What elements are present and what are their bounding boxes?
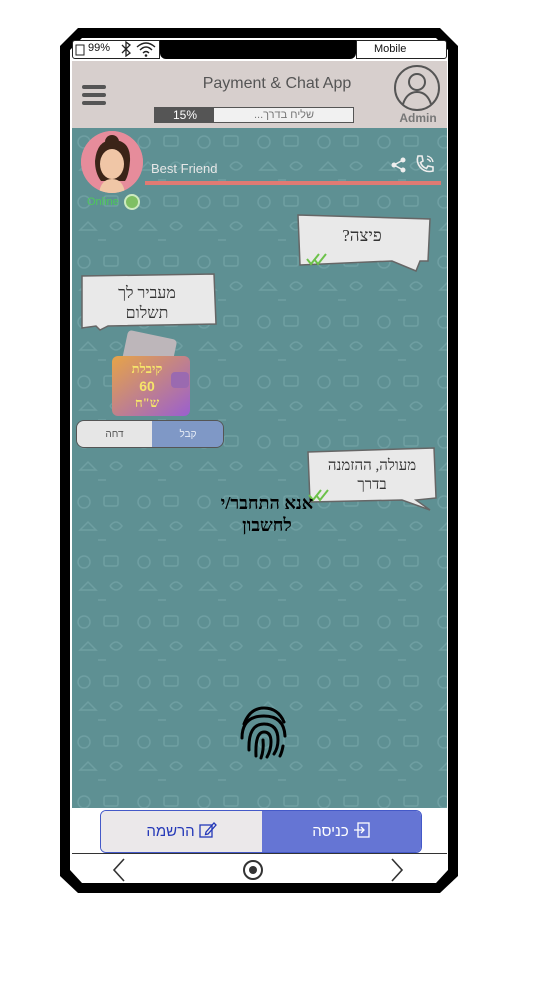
battery-icon — [75, 43, 85, 61]
payment-actions: דחה קבל — [76, 420, 224, 448]
hamburger-menu-icon[interactable] — [81, 84, 107, 113]
payment-amount-label: קיבלת — [131, 361, 163, 376]
admin-avatar-icon[interactable] — [393, 64, 441, 117]
chat-area: Online Best Friend פיצה? מעביר לך תשלום … — [72, 128, 447, 808]
reject-button[interactable]: דחה — [77, 421, 152, 447]
home-button-icon[interactable] — [242, 859, 264, 886]
bluetooth-icon — [120, 40, 132, 62]
message-text: תשלום — [125, 305, 169, 322]
edit-icon — [198, 821, 217, 843]
share-icon[interactable] — [390, 156, 408, 179]
login-prompt-line2: לחשבון — [242, 515, 292, 535]
back-chevron-icon[interactable] — [112, 858, 126, 887]
payment-currency: ש"ח — [134, 395, 160, 410]
accept-button[interactable]: קבל — [152, 421, 223, 447]
app-header: Payment & Chat App 15% שליח בדרך... Admi… — [72, 61, 447, 128]
battery-level: 99% — [88, 42, 111, 54]
reject-label: דחה — [105, 428, 124, 440]
notch — [160, 40, 356, 59]
phone-icon[interactable] — [414, 153, 436, 180]
double-check-icon — [306, 252, 328, 271]
admin-label[interactable]: Admin — [394, 111, 442, 125]
login-prompt-line1: אנא התחבר/י — [220, 493, 314, 513]
progress-status-text: שליח בדרך... — [253, 109, 315, 121]
contact-name: Best Friend — [151, 161, 218, 176]
wifi-icon — [135, 41, 157, 62]
message-text: מעביר לך — [118, 285, 176, 302]
contact-avatar[interactable] — [81, 131, 143, 193]
delivery-progress-bar: 15% שליח בדרך... — [154, 107, 354, 123]
payment-amount-value: 60 — [139, 378, 155, 394]
auth-button-group: הרשמה כניסה — [100, 810, 422, 853]
signup-button[interactable]: הרשמה — [101, 811, 262, 852]
forward-chevron-icon[interactable] — [390, 858, 404, 887]
network-label: Mobile — [374, 43, 407, 55]
login-icon — [353, 821, 371, 843]
message-text: מעולה, ההזמנה — [327, 458, 417, 474]
accept-label: קבל — [179, 428, 197, 440]
login-label: כניסה — [312, 823, 349, 840]
online-indicator-icon — [124, 194, 140, 215]
app-title: Payment & Chat App — [202, 75, 352, 92]
login-button[interactable]: כניסה — [262, 811, 421, 852]
fingerprint-icon[interactable] — [238, 704, 290, 765]
message-text: בדרך — [357, 477, 387, 493]
contact-status: Online — [87, 196, 119, 208]
status-bar: 99% Mobile — [72, 40, 447, 60]
message-text: פיצה? — [342, 226, 382, 245]
signup-label: הרשמה — [146, 823, 195, 840]
progress-percent: 15% — [172, 108, 198, 122]
navigation-bar — [72, 853, 447, 884]
contact-underline — [145, 181, 441, 185]
